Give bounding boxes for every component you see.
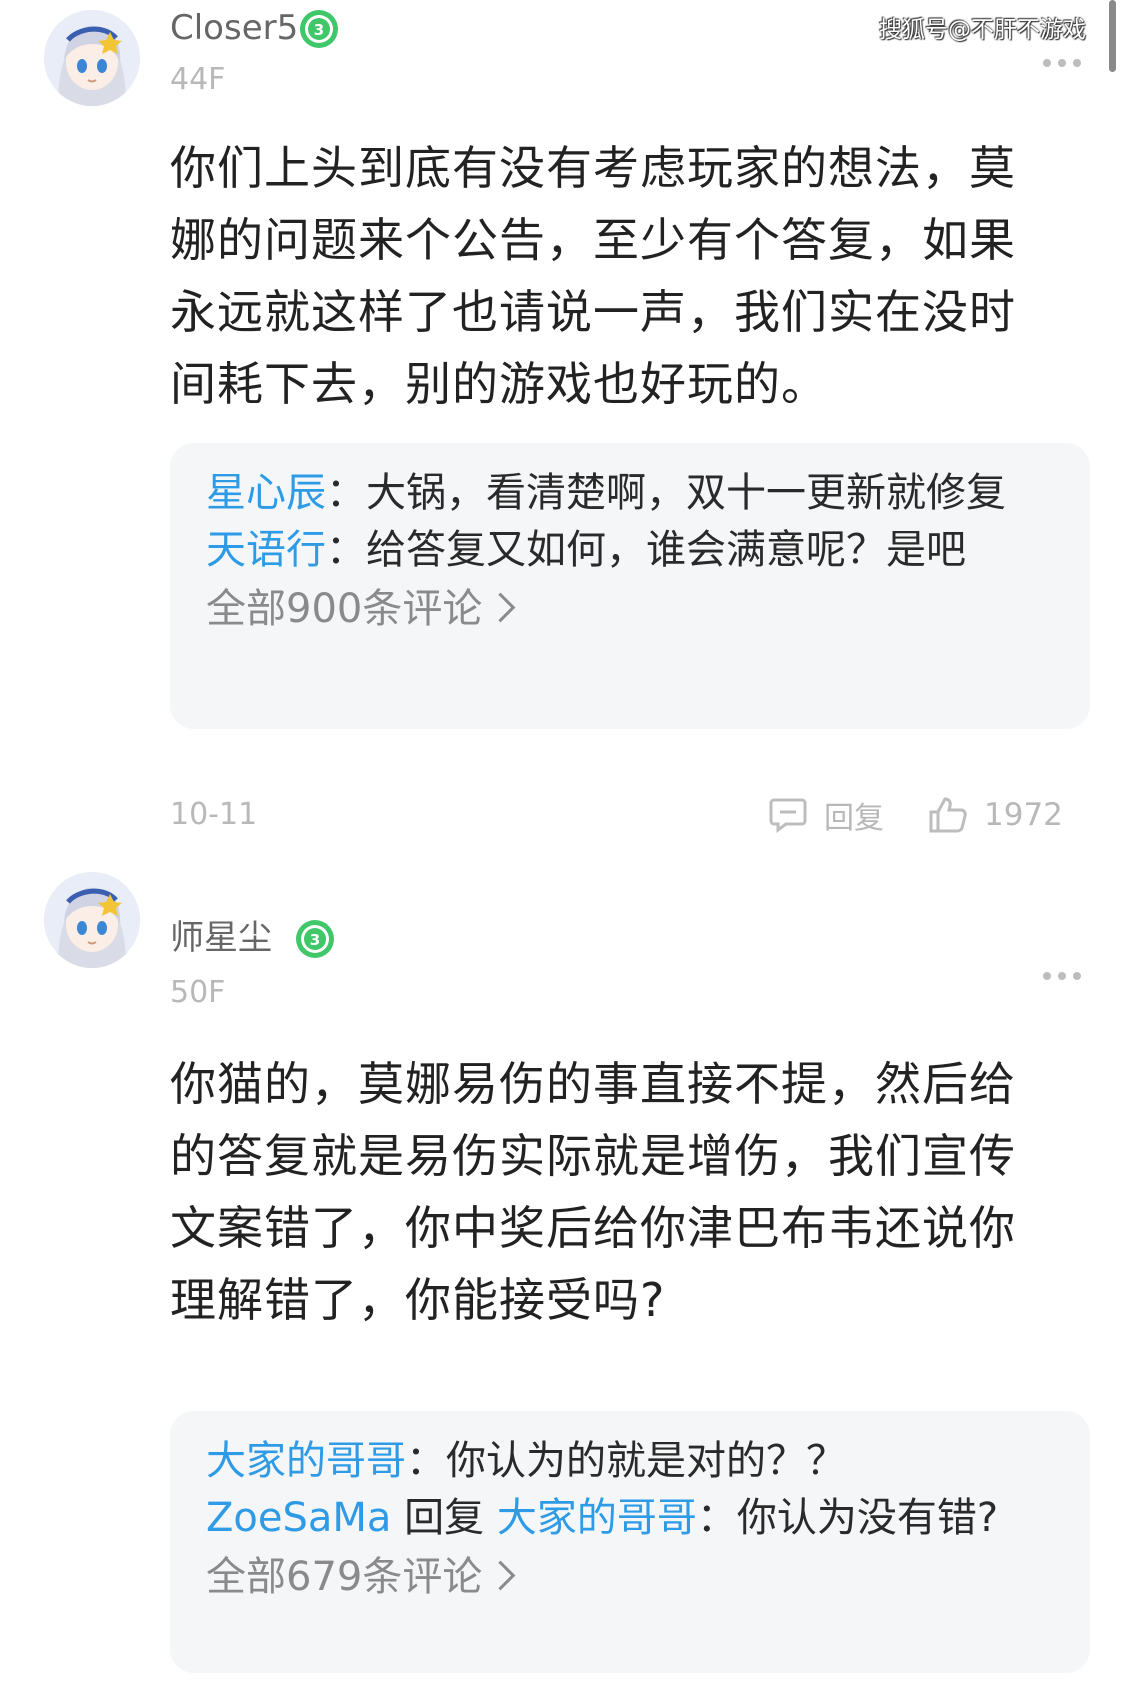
scrollbar[interactable] (1109, 0, 1116, 72)
chevron-right-icon (486, 1560, 516, 1591)
reply-text: ：你认为的就是对的？？ (406, 1438, 846, 1484)
post-date: 10-11 (170, 797, 258, 832)
svg-text:3: 3 (310, 931, 320, 949)
like-button[interactable]: 1972 (928, 793, 1063, 837)
more-dots-icon[interactable] (1042, 966, 1082, 980)
all-comments-label: 全部679条评论 (206, 1554, 483, 1600)
reply-author[interactable]: 大家的哥哥 (206, 1438, 406, 1484)
svg-text:3: 3 (314, 21, 324, 39)
reply-item[interactable]: 天语行：给答复又如何，谁会满意呢？是吧 (206, 522, 1054, 579)
reply-text: ：给答复又如何，谁会满意呢？是吧 (326, 527, 966, 573)
replies-box[interactable]: 大家的哥哥：你认为的就是对的？？ ZoeSaMa 回复 大家的哥哥：你认为没有错… (170, 1411, 1090, 1673)
reply-item[interactable]: 星心辰：大锅，看清楚啊，双十一更新就修复 (206, 465, 1054, 522)
post-body: 你猫的，莫娜易伤的事直接不提，然后给的答复就是易伤实际就是增伤，我们宣传文案错了… (170, 1057, 1016, 1327)
level-badge-icon: 3 (294, 918, 336, 960)
all-comments-label: 全部900条评论 (206, 586, 483, 632)
reply-button[interactable]: 回复 (768, 793, 884, 837)
avatar-icon[interactable] (44, 872, 140, 968)
reply-label: 回复 (824, 801, 884, 836)
floor-number: 44F (170, 62, 226, 97)
username[interactable]: Closer5 (170, 8, 298, 48)
reply-text: ：你认为没有错? (696, 1495, 999, 1541)
reply-author[interactable]: 天语行 (206, 527, 326, 573)
comment-icon (768, 797, 808, 833)
reply-target[interactable]: 大家的哥哥 (497, 1495, 697, 1541)
post-body: 你们上头到底有没有考虑玩家的想法，莫娜的问题来个公告，至少有个答复，如果永远就这… (170, 141, 1016, 411)
avatar-icon[interactable] (44, 10, 140, 106)
level-badge-icon: 3 (298, 8, 340, 50)
post-actions: 10-11 回复 1972 (0, 793, 1124, 837)
more-dots-icon[interactable] (1042, 53, 1082, 67)
reply-item[interactable]: 大家的哥哥：你认为的就是对的？？ (206, 1433, 1054, 1490)
username[interactable]: 师星尘 (170, 918, 272, 958)
watermark: 搜狐号@不肝不游戏 (879, 17, 1086, 43)
all-comments-link[interactable]: 全部900条评论 (206, 579, 1054, 639)
all-comments-link[interactable]: 全部679条评论 (206, 1547, 1054, 1607)
like-count: 1972 (984, 797, 1063, 833)
reply-author[interactable]: 星心辰 (206, 470, 326, 516)
chevron-right-icon (486, 592, 516, 623)
reply-word: 回复 (391, 1495, 497, 1541)
replies-box[interactable]: 星心辰：大锅，看清楚啊，双十一更新就修复 天语行：给答复又如何，谁会满意呢？是吧… (170, 443, 1090, 729)
reply-author[interactable]: ZoeSaMa (206, 1495, 391, 1541)
thumbs-up-icon (928, 796, 968, 834)
floor-number: 50F (170, 975, 226, 1010)
reply-item[interactable]: ZoeSaMa 回复 大家的哥哥：你认为没有错? (206, 1490, 1054, 1547)
reply-text: ：大锅，看清楚啊，双十一更新就修复 (326, 470, 1006, 516)
